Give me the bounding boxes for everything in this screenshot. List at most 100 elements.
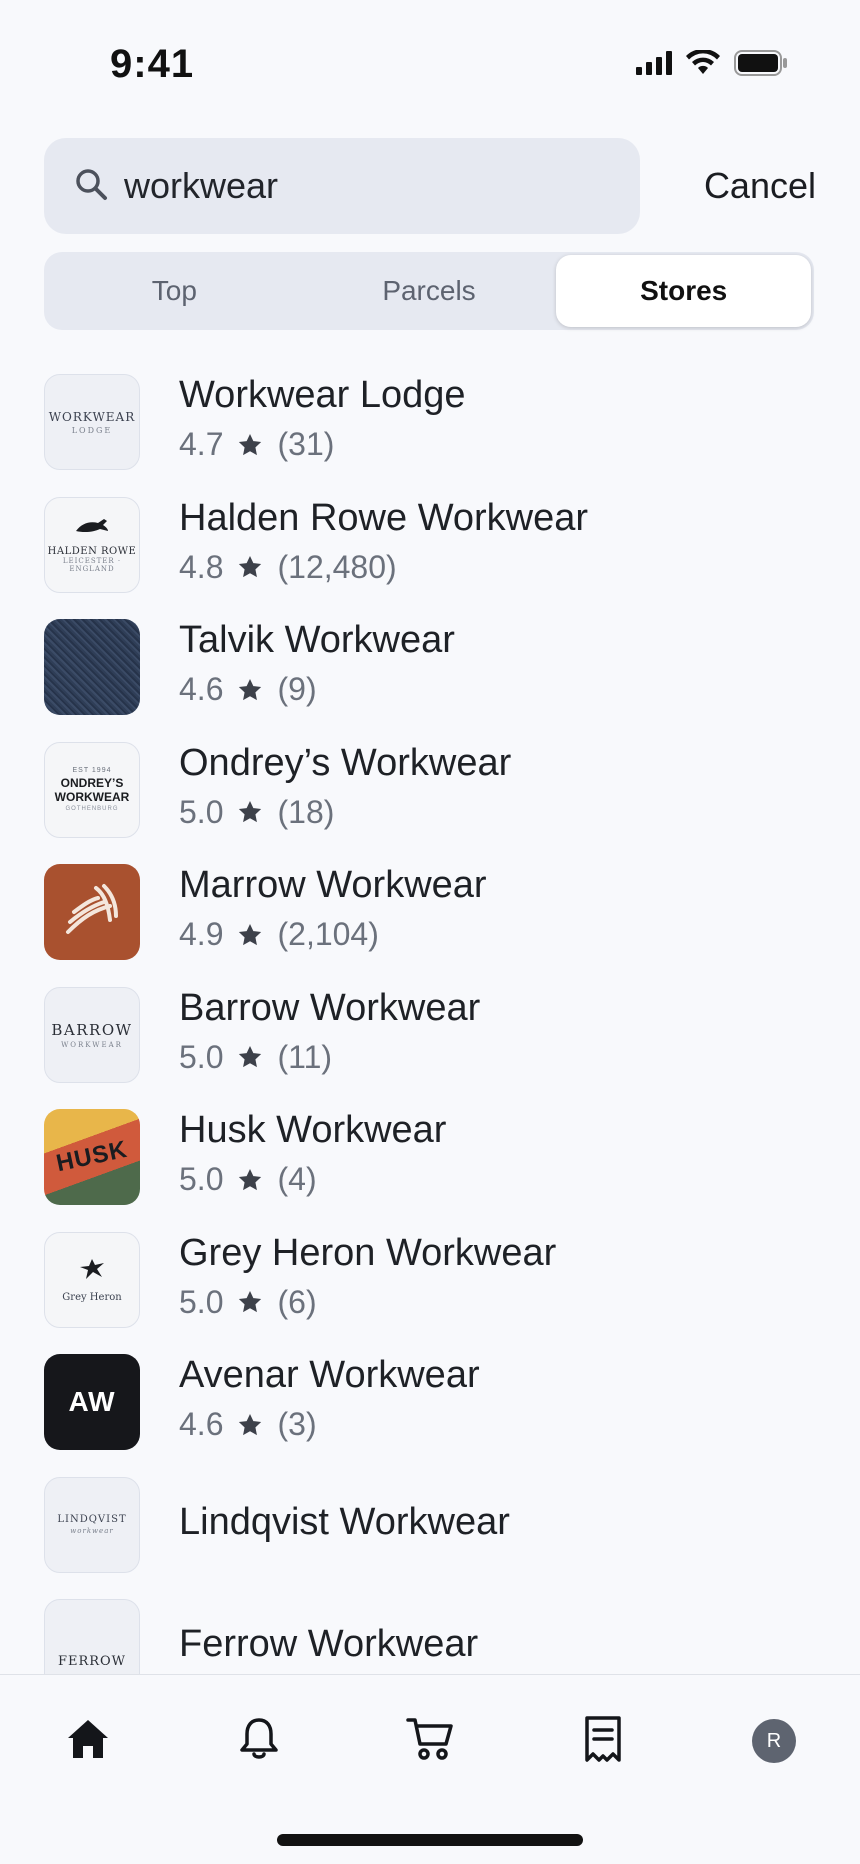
- store-row[interactable]: HALDEN ROWE LEICESTER · ENGLAND Halden R…: [44, 496, 816, 620]
- store-logo: WORKWEAR LODGE: [44, 374, 140, 470]
- review-count: (2,104): [277, 916, 379, 952]
- battery-icon: [734, 50, 788, 81]
- store-logo: Grey Heron: [44, 1231, 140, 1328]
- store-row[interactable]: BARROW WORKWEAR Barrow Workwear 5.0 (11): [44, 986, 816, 1110]
- store-rating: 5.0 (18): [179, 794, 334, 831]
- star-icon: [237, 1289, 263, 1315]
- store-row[interactable]: HUSK Husk Workwear 5.0 (4): [44, 1109, 816, 1232]
- review-count: (31): [277, 426, 335, 462]
- logo-text: EST 1994: [72, 767, 112, 774]
- home-icon: [66, 1718, 110, 1765]
- logo-text: LINDQVIST: [57, 1514, 127, 1525]
- store-logo: HALDEN ROWE LEICESTER · ENGLAND: [44, 496, 140, 593]
- store-row[interactable]: Marrow Workwear 4.9 (2,104): [44, 864, 816, 987]
- store-row[interactable]: Grey Heron Grey Heron Workwear 5.0 (6): [44, 1231, 816, 1355]
- star-icon: [237, 1412, 263, 1438]
- tab-parcels[interactable]: Parcels: [302, 255, 557, 327]
- logo-text: BARROW: [51, 1020, 133, 1039]
- store-rating: 4.6 (3): [179, 1406, 317, 1443]
- wifi-icon: [686, 48, 720, 81]
- tab-orders[interactable]: [573, 1711, 633, 1771]
- tab-stores[interactable]: Stores: [556, 255, 812, 327]
- logo-text: WORKWEAR: [48, 409, 136, 424]
- review-count: (11): [277, 1038, 333, 1075]
- horse-icon: [74, 517, 110, 540]
- bell-icon: [238, 1716, 280, 1767]
- review-count: (6): [277, 1283, 317, 1320]
- review-count: (4): [277, 1161, 317, 1197]
- store-row[interactable]: WORKWEAR LODGE Workwear Lodge 4.7 (31): [44, 374, 816, 497]
- status-bar: 9:41: [0, 0, 860, 120]
- rating-value: 5.0: [179, 1161, 224, 1197]
- star-icon: [237, 677, 263, 703]
- store-list: WORKWEAR LODGE Workwear Lodge 4.7 (31) H…: [44, 374, 816, 1722]
- rating-value: 5.0: [179, 1038, 224, 1075]
- store-name: Ondrey’s Workwear: [179, 741, 512, 784]
- store-name: Workwear Lodge: [179, 374, 466, 416]
- tab-home[interactable]: [58, 1711, 118, 1771]
- store-name: Halden Rowe Workwear: [179, 496, 589, 539]
- rating-value: 4.6: [179, 1406, 224, 1442]
- wheat-icon: [60, 880, 124, 945]
- store-row[interactable]: Talvik Workwear 4.6 (9): [44, 619, 816, 742]
- tab-cart[interactable]: [400, 1711, 460, 1771]
- tab-profile[interactable]: R: [744, 1711, 804, 1771]
- review-count: (12,480): [277, 548, 397, 585]
- store-row[interactable]: AW Avenar Workwear 4.6 (3): [44, 1354, 816, 1477]
- store-name: Avenar Workwear: [179, 1354, 480, 1396]
- tab-top[interactable]: Top: [47, 255, 302, 327]
- review-count: (18): [277, 793, 335, 830]
- logo-text: ONDREY’S: [60, 776, 124, 790]
- rating-value: 5.0: [179, 1283, 224, 1320]
- store-logo: BARROW WORKWEAR: [44, 986, 140, 1083]
- logo-text: WORKWEAR: [61, 1040, 123, 1049]
- review-count: (9): [277, 671, 317, 707]
- rating-value: 5.0: [179, 793, 224, 830]
- store-name: Husk Workwear: [179, 1109, 447, 1151]
- store-rating: 4.8 (12,480): [179, 549, 397, 586]
- star-icon: [237, 922, 263, 948]
- logo-text: GOTHENBURG: [65, 806, 119, 812]
- logo-text: AW: [68, 1386, 116, 1417]
- cellular-icon: [636, 51, 672, 80]
- search-box[interactable]: [44, 138, 640, 234]
- avatar: R: [752, 1719, 796, 1763]
- segmented-control: Top Parcels Stores: [44, 252, 814, 330]
- store-logo: [44, 619, 140, 715]
- cart-icon: [406, 1716, 454, 1767]
- cancel-button[interactable]: Cancel: [704, 138, 816, 234]
- review-count: (3): [277, 1406, 317, 1442]
- store-name: Barrow Workwear: [179, 986, 481, 1029]
- search-input[interactable]: [124, 165, 584, 207]
- store-name: Marrow Workwear: [179, 864, 487, 906]
- store-name: Grey Heron Workwear: [179, 1231, 557, 1274]
- heron-icon: [78, 1257, 106, 1286]
- store-row[interactable]: LINDQVIST workwear Lindqvist Workwear: [44, 1476, 816, 1600]
- logo-text: FERROW: [57, 1653, 127, 1669]
- rating-value: 4.6: [179, 671, 224, 707]
- store-row[interactable]: EST 1994 ONDREY’S WORKWEAR GOTHENBURG On…: [44, 741, 816, 865]
- store-name: Talvik Workwear: [179, 619, 455, 661]
- logo-text: LEICESTER ·: [62, 556, 122, 565]
- rating-value: 4.9: [179, 916, 224, 952]
- store-logo: LINDQVIST workwear: [44, 1476, 140, 1573]
- logo-text: WORKWEAR: [54, 790, 130, 804]
- logo-text: HALDEN ROWE: [47, 545, 137, 557]
- logo-text: LODGE: [71, 425, 113, 435]
- star-icon: [237, 799, 263, 825]
- store-logo: [44, 864, 140, 960]
- store-rating: 4.6 (9): [179, 671, 317, 708]
- status-time: 9:41: [110, 42, 195, 86]
- rating-value: 4.8: [179, 548, 224, 585]
- store-logo: HUSK: [44, 1109, 140, 1205]
- logo-text: ENGLAND: [69, 564, 115, 573]
- store-rating: 5.0 (6): [179, 1284, 317, 1321]
- store-logo: AW: [44, 1354, 140, 1450]
- star-icon: [237, 1044, 263, 1070]
- status-icons: [636, 48, 788, 81]
- store-name: Ferrow Workwear: [179, 1623, 479, 1665]
- store-rating: 5.0 (11): [179, 1039, 332, 1076]
- logo-text: HUSK: [53, 1135, 130, 1178]
- star-icon: [237, 1167, 263, 1193]
- tab-notifications[interactable]: [229, 1711, 289, 1771]
